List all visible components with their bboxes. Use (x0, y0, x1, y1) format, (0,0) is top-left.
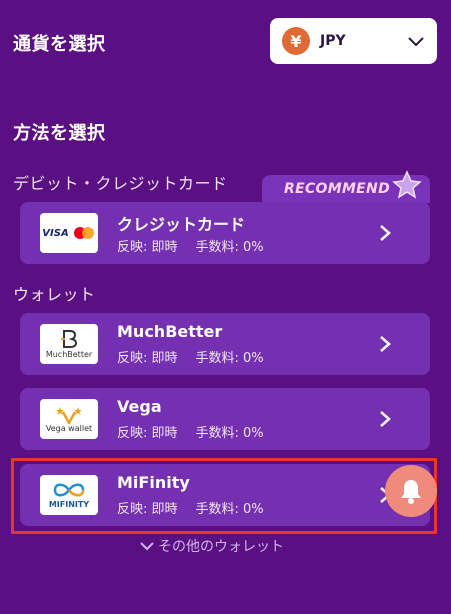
muchbetter-logo: MuchBetter (40, 324, 98, 364)
vega-v-icon (56, 406, 82, 424)
bell-icon (401, 480, 421, 504)
method-section-title: 方法を選択 (13, 123, 106, 144)
visa-logo-text: VISA (42, 227, 69, 239)
more-wallets-label: その他のウォレット (158, 539, 284, 555)
payment-method-muchbetter[interactable]: MuchBetter MuchBetter 反映: 即時 手数料: 0% (20, 313, 430, 375)
method-meta: 反映: 即時 手数料: 0% (117, 236, 264, 255)
fee: 手数料: 0% (195, 351, 264, 366)
fee: 手数料: 0% (195, 426, 264, 441)
currency-section-title: 通貨を選択 (13, 34, 106, 55)
fee: 手数料: 0% (195, 240, 264, 255)
chevron-right-icon (380, 336, 391, 352)
yen-icon: ¥ (282, 27, 310, 55)
reflect-time: 反映: 即時 (117, 240, 178, 255)
method-meta: 反映: 即時 手数料: 0% (117, 347, 264, 366)
reflect-time: 反映: 即時 (117, 351, 178, 366)
vega-logo: Vega wallet (40, 399, 98, 439)
muchbetter-logo-text: MuchBetter (45, 350, 93, 359)
notification-button[interactable] (385, 465, 437, 517)
muchbetter-b-icon (61, 330, 78, 348)
card-section-label: デビット・クレジットカード (13, 174, 228, 193)
chevron-right-icon (380, 225, 391, 241)
vega-logo-text: Vega wallet (45, 423, 93, 433)
method-name: クレジットカード (117, 215, 246, 234)
currency-code: JPY (320, 33, 346, 49)
mastercard-icon (73, 227, 94, 239)
chevron-down-icon (408, 37, 424, 47)
reflect-time: 反映: 即時 (117, 426, 178, 441)
payment-method-vega[interactable]: Vega wallet Vega 反映: 即時 手数料: 0% (20, 388, 430, 450)
more-wallets-link[interactable]: その他のウォレット (140, 536, 284, 556)
credit-card-logo: VISA (40, 213, 98, 253)
wallet-section-label: ウォレット (13, 285, 96, 304)
method-name: MuchBetter (117, 322, 223, 341)
currency-select[interactable]: ¥ JPY (270, 18, 437, 64)
method-name: Vega (117, 397, 162, 416)
chevron-down-icon (140, 542, 154, 551)
payment-method-credit-card[interactable]: VISA クレジットカード 反映: 即時 手数料: 0% (20, 202, 430, 264)
star-icon (392, 170, 422, 199)
highlight-frame (11, 458, 437, 534)
chevron-right-icon (380, 411, 391, 427)
method-meta: 反映: 即時 手数料: 0% (117, 422, 264, 441)
